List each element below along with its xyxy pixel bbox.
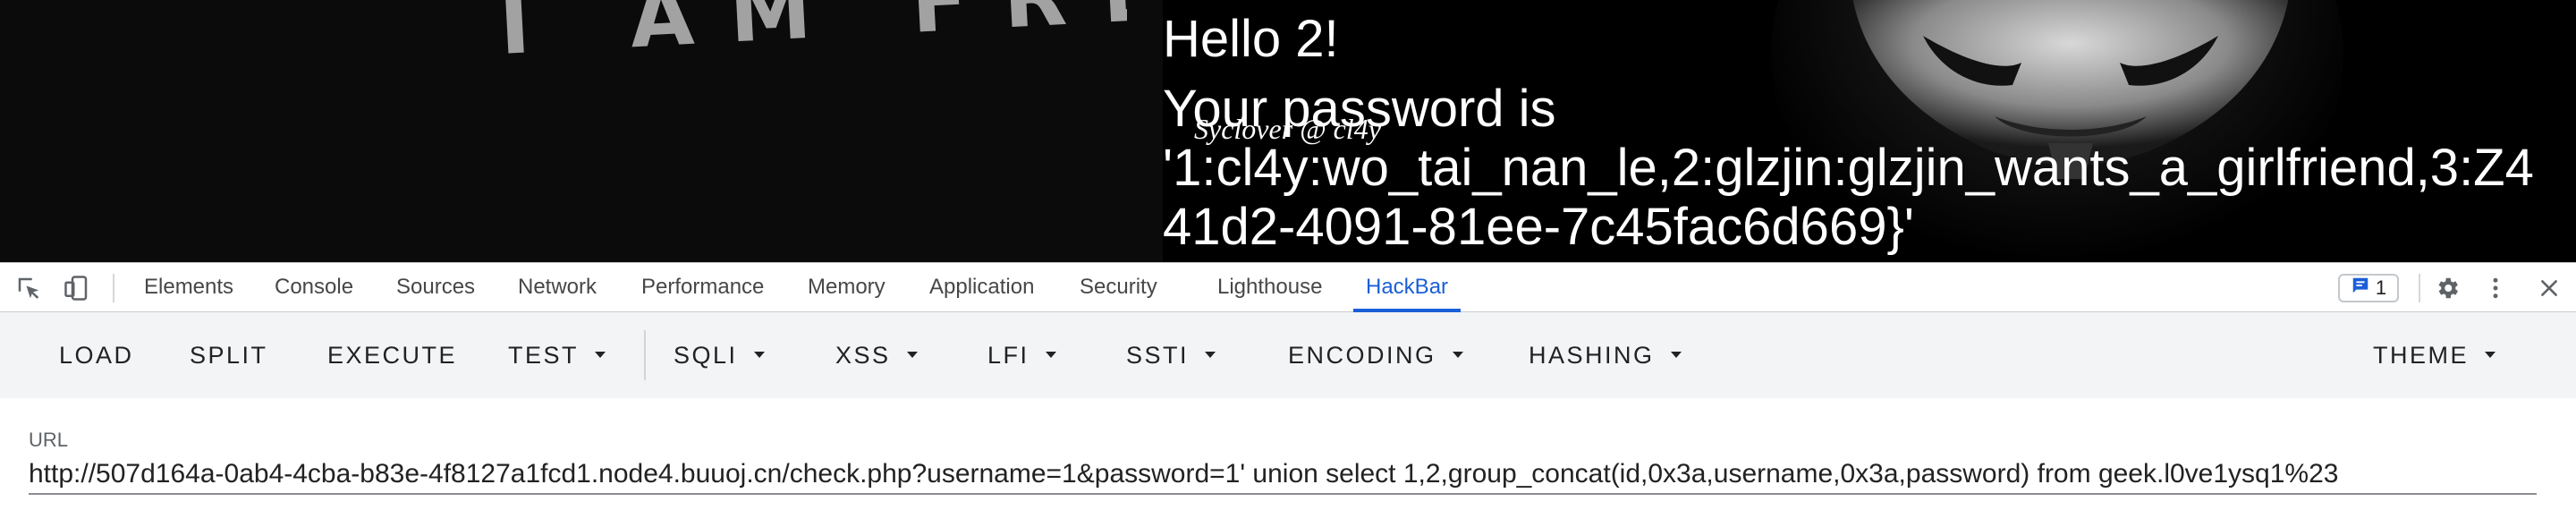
chevron-down-icon — [1452, 352, 1463, 359]
tab-separator — [113, 274, 114, 302]
password-value-line-2: 41d2-4091-81ee-7c45fac6d669}' — [1163, 198, 1914, 256]
theme-dropdown[interactable]: THEME — [2373, 312, 2496, 398]
ssti-dropdown[interactable]: SSTI — [1126, 312, 1216, 398]
chevron-down-icon — [906, 352, 918, 359]
load-button[interactable]: LOAD — [59, 312, 134, 398]
url-section: URL — [0, 398, 2576, 510]
page-viewport: I AM FREE Hello 2! Your password is '1:c… — [0, 0, 2576, 262]
more-vertical-icon[interactable] — [2481, 274, 2510, 302]
xss-dropdown[interactable]: XSS — [835, 312, 918, 398]
tab-security[interactable]: Security — [1080, 263, 1157, 311]
split-button[interactable]: SPLIT — [190, 312, 268, 398]
hashing-dropdown[interactable]: HASHING — [1529, 312, 1682, 398]
tab-performance[interactable]: Performance — [641, 263, 764, 311]
tab-console[interactable]: Console — [275, 263, 353, 311]
close-icon[interactable] — [2535, 274, 2563, 302]
chevron-down-icon — [1205, 352, 1216, 359]
issues-button[interactable]: 1 — [2338, 274, 2399, 302]
password-value-line-1: '1:cl4y:wo_tai_nan_le,2:glzjin:glzjin_wa… — [1163, 139, 2534, 197]
hello-greeting: Hello 2! — [1163, 10, 1339, 68]
settings-gear-icon[interactable] — [2433, 274, 2462, 302]
url-label: URL — [29, 429, 69, 451]
execute-button[interactable]: EXECUTE — [327, 312, 457, 398]
tab-separator — [2419, 274, 2420, 302]
chevron-down-icon — [2485, 352, 2496, 359]
chevron-down-icon — [1045, 352, 1056, 359]
chevron-down-icon — [1670, 352, 1682, 359]
signature: Syclover @ cl4y — [1194, 113, 1381, 145]
test-dropdown[interactable]: TEST — [508, 312, 606, 398]
hackbar-toolbar: LOAD SPLIT EXECUTE TEST SQLI XSS LFI SST… — [0, 312, 2576, 398]
tab-lighthouse[interactable]: Lighthouse — [1217, 263, 1322, 311]
tab-elements[interactable]: Elements — [144, 263, 233, 311]
toolbar-divider — [644, 330, 646, 380]
tab-network[interactable]: Network — [518, 263, 597, 311]
tab-sources[interactable]: Sources — [396, 263, 475, 311]
tab-hackbar[interactable]: HackBar — [1352, 263, 1462, 312]
tab-application[interactable]: Application — [929, 263, 1034, 311]
sqli-dropdown[interactable]: SQLI — [674, 312, 765, 398]
chevron-down-icon — [753, 352, 765, 359]
issues-icon — [2351, 276, 2370, 301]
inspect-element-icon[interactable] — [14, 274, 43, 302]
encoding-dropdown[interactable]: ENCODING — [1288, 312, 1463, 398]
device-toolbar-icon[interactable] — [63, 274, 91, 302]
tab-memory[interactable]: Memory — [808, 263, 886, 311]
svg-text:I AM FREE: I AM FREE — [497, 0, 1127, 73]
devtools-tab-bar: Elements Console Sources Network Perform… — [0, 262, 2576, 312]
url-input[interactable] — [29, 455, 2537, 495]
lfi-dropdown[interactable]: LFI — [987, 312, 1056, 398]
hero-banner-text: I AM FREE — [497, 0, 1127, 73]
issues-count: 1 — [2375, 276, 2387, 299]
chevron-down-icon — [595, 352, 606, 359]
